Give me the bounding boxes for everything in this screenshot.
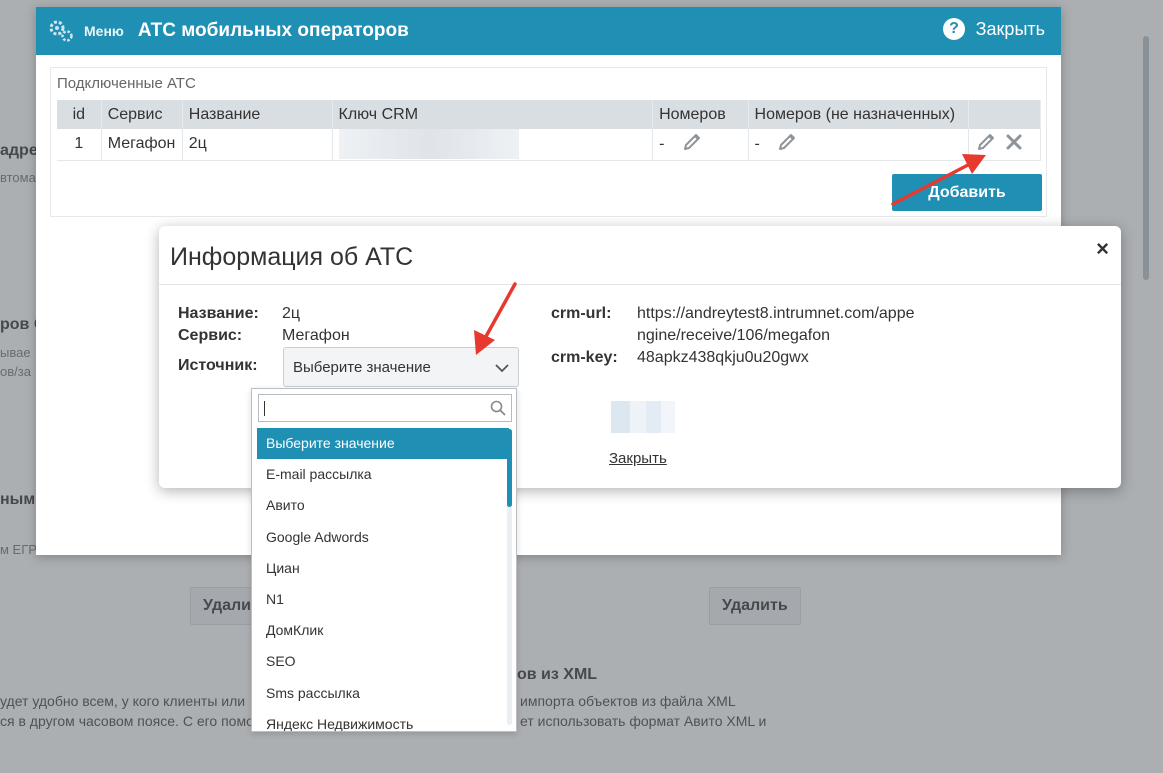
help-icon[interactable]: ? [943, 18, 965, 40]
modal-close-link[interactable]: Закрыть [609, 450, 667, 467]
dropdown-option[interactable]: ДомКлик [257, 615, 509, 646]
source-dropdown: Выберите значение E-mail рассылка Авито … [251, 388, 517, 732]
cell-name: 2ц [182, 129, 333, 161]
modal-close-icon[interactable]: × [1096, 236, 1109, 262]
dropdown-search-input[interactable] [258, 394, 512, 422]
dropdown-option[interactable]: Google Adwords [257, 522, 509, 553]
blurred-crm-key [338, 129, 519, 160]
column-header[interactable]: Ключ CRM [332, 100, 654, 129]
modal-divider [159, 284, 1121, 285]
name-label: Название: [178, 305, 259, 322]
numbers-value: - [659, 135, 665, 153]
column-header[interactable]: id [57, 100, 102, 129]
edit-numbers-icon[interactable] [681, 131, 703, 158]
add-ats-button[interactable]: Добавить [892, 174, 1042, 211]
blurred-image [611, 401, 675, 433]
dropdown-options: Выберите значение E-mail рассылка Авито … [257, 428, 509, 731]
column-header[interactable]: Номеров (не назначенных) [748, 100, 969, 129]
service-value: Мегафон [282, 327, 350, 344]
window-close-button[interactable]: Закрыть [976, 19, 1045, 40]
cell-crm-key [332, 129, 654, 161]
table-header-row: id Сервис Название Ключ CRM Номеров Номе… [57, 100, 1042, 129]
dropdown-option[interactable]: Яндекс Недвижимость [257, 709, 509, 731]
source-label: Источник: [178, 357, 258, 374]
column-header[interactable]: Название [182, 100, 333, 129]
connected-ats-panel: Подключенные АТС id Сервис Название Ключ… [50, 67, 1047, 217]
dropdown-scrollbar-thumb[interactable] [507, 429, 512, 507]
name-value: 2ц [282, 305, 301, 322]
crm-url-label: crm-url: [551, 305, 612, 322]
delete-ats-icon[interactable] [1005, 133, 1023, 156]
crm-key-label: crm-key: [551, 349, 618, 366]
dropdown-option[interactable]: N1 [257, 584, 509, 615]
crm-url-value: https://andreytest8.intrumnet.com/appeng… [637, 305, 915, 344]
edit-ats-icon[interactable] [975, 131, 997, 158]
ats-header: Меню АТС мобильных операторов ? Закрыть [36, 7, 1061, 55]
text-cursor [264, 401, 265, 416]
dropdown-option[interactable]: Выберите значение [257, 428, 509, 460]
panel-title: Подключенные АТС [57, 75, 196, 92]
service-label: Сервис: [178, 327, 243, 344]
unassigned-value: - [754, 135, 760, 153]
menu-label[interactable]: Меню [84, 23, 124, 39]
ats-table: id Сервис Название Ключ CRM Номеров Номе… [57, 100, 1042, 161]
crm-key-value: 48apkz438qkju0u20gwx [637, 349, 809, 366]
dropdown-option[interactable]: Циан [257, 553, 509, 584]
cell-id: 1 [57, 129, 102, 161]
dropdown-option[interactable]: Sms рассылка [257, 678, 509, 709]
column-header-actions [968, 100, 1042, 129]
column-header[interactable]: Номеров [652, 100, 749, 129]
cell-actions [968, 129, 1042, 161]
dropdown-option[interactable]: E-mail рассылка [257, 459, 509, 490]
edit-unassigned-icon[interactable] [776, 131, 798, 158]
cell-numbers: - [652, 129, 749, 161]
modal-title: Информация об АТС [170, 243, 414, 271]
chevron-down-icon [495, 360, 509, 377]
column-header[interactable]: Сервис [101, 100, 183, 129]
cell-service: Мегафон [101, 129, 183, 161]
table-row: 1 Мегафон 2ц - - [57, 129, 1042, 161]
dropdown-option[interactable]: SEO [257, 646, 509, 677]
dropdown-option[interactable]: Авито [257, 490, 509, 521]
search-icon [489, 399, 507, 422]
source-select[interactable]: Выберите значение [283, 347, 519, 387]
source-select-value: Выберите значение [293, 358, 431, 376]
cell-unassigned: - [748, 129, 969, 161]
gears-icon[interactable] [46, 16, 76, 46]
window-title: АТС мобильных операторов [137, 20, 409, 41]
